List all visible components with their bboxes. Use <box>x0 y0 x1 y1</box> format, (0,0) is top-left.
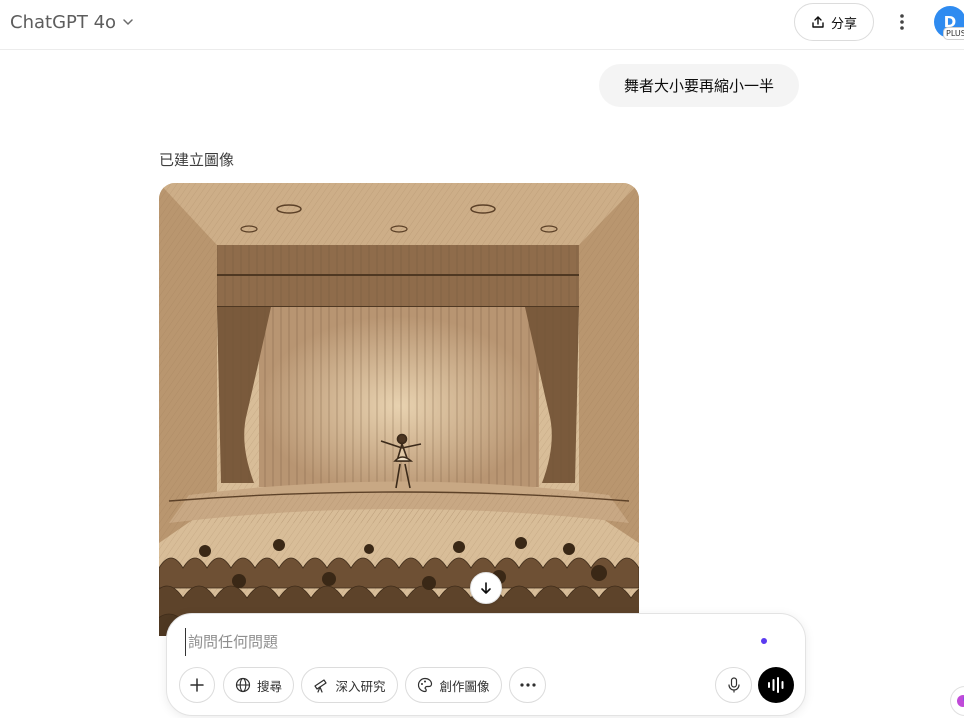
create-image-button[interactable]: 創作圖像 <box>405 667 502 703</box>
telescope-icon <box>314 679 328 693</box>
more-vertical-icon <box>900 14 904 30</box>
plan-badge: PLUS <box>943 27 964 40</box>
prompt-input[interactable] <box>185 628 750 656</box>
palette-icon <box>418 677 433 693</box>
microphone-icon <box>727 677 740 693</box>
share-label: 分享 <box>830 16 857 32</box>
top-bar: ChatGPT 4o 分享 D PLUS <box>0 0 964 50</box>
user-message-bubble: 舞者大小要再縮小一半 <box>599 64 799 107</box>
deep-research-label: 深入研究 <box>335 678 386 694</box>
upload-icon <box>812 16 824 28</box>
dictate-button[interactable] <box>715 667 752 703</box>
scroll-to-bottom-button[interactable] <box>470 572 502 604</box>
search-tool-button[interactable]: 搜尋 <box>223 667 294 703</box>
message-composer: 搜尋 深入研究 創作圖像 <box>166 613 806 716</box>
status-indicator-dot <box>761 638 767 644</box>
attach-button[interactable] <box>179 667 215 703</box>
conversation-options-button[interactable] <box>888 8 916 36</box>
chevron-down-icon <box>123 19 133 26</box>
share-button[interactable]: 分享 <box>794 3 874 41</box>
arrow-down-icon <box>481 582 491 594</box>
image-created-label: 已建立圖像 <box>159 151 235 169</box>
model-selector[interactable]: ChatGPT 4o <box>10 9 134 35</box>
generated-image[interactable] <box>159 183 639 636</box>
model-name: ChatGPT 4o <box>10 11 117 33</box>
user-message-text: 舞者大小要再縮小一半 <box>623 77 774 95</box>
more-tools-button[interactable] <box>509 667 546 703</box>
voice-waveform-icon <box>768 677 784 693</box>
plus-icon <box>190 678 204 692</box>
assistant-orb-icon[interactable] <box>950 686 964 716</box>
globe-icon <box>235 677 251 693</box>
create-image-label: 創作圖像 <box>439 678 490 694</box>
search-tool-label: 搜尋 <box>256 678 282 694</box>
deep-research-button[interactable]: 深入研究 <box>301 667 398 703</box>
more-horizontal-icon <box>519 683 536 687</box>
voice-mode-button[interactable] <box>758 667 794 703</box>
